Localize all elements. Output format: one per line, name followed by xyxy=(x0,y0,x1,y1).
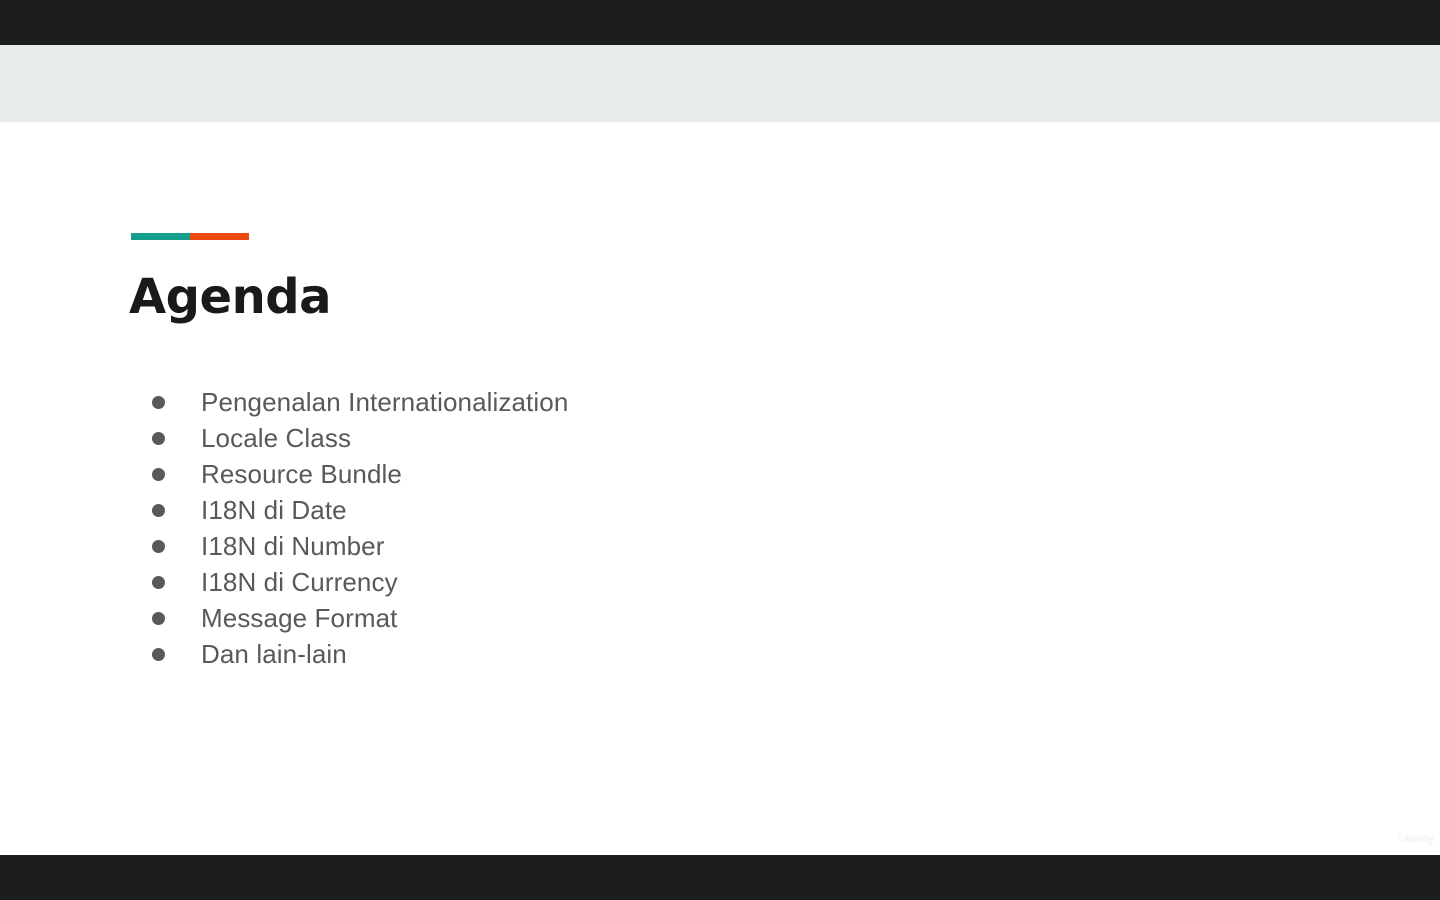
agenda-item: I18N di Date xyxy=(150,492,568,528)
agenda-item: Resource Bundle xyxy=(150,456,568,492)
agenda-item-text: I18N di Date xyxy=(201,494,347,525)
udemy-watermark: Udemy xyxy=(1375,831,1434,847)
video-player-top-bar xyxy=(0,0,1440,45)
udemy-logo-icon xyxy=(1377,831,1393,847)
bullet-icon xyxy=(152,467,165,481)
agenda-item-text: Pengenalan Internationalization xyxy=(201,386,569,417)
bullet-icon xyxy=(152,575,165,589)
bullet-icon xyxy=(152,431,165,445)
accent-bar-orange-segment xyxy=(190,233,249,240)
agenda-item: I18N di Number xyxy=(150,528,568,564)
agenda-item-text: I18N di Currency xyxy=(201,566,398,597)
agenda-item-text: Resource Bundle xyxy=(201,458,402,489)
bullet-icon xyxy=(152,539,165,553)
bullet-icon xyxy=(152,503,165,517)
agenda-item: Message Format xyxy=(150,600,568,636)
agenda-item: Dan lain-lain xyxy=(150,636,568,672)
watermark-text: Udemy xyxy=(1399,833,1434,845)
accent-bar-teal-segment xyxy=(131,233,190,240)
agenda-item-text: I18N di Number xyxy=(201,530,385,561)
presentation-slide: Agenda Pengenalan Internationalization L… xyxy=(0,45,1440,855)
agenda-item: Locale Class xyxy=(150,420,568,456)
agenda-list: Pengenalan Internationalization Locale C… xyxy=(150,384,568,672)
slide-header-band xyxy=(0,45,1440,122)
bullet-icon xyxy=(152,611,165,625)
bullet-icon xyxy=(152,647,165,661)
title-accent-bar xyxy=(131,233,249,240)
agenda-item-text: Locale Class xyxy=(201,422,352,453)
bullet-icon xyxy=(152,395,165,409)
agenda-item-text: Dan lain-lain xyxy=(201,638,347,669)
video-player-bottom-bar xyxy=(0,855,1440,900)
agenda-item: I18N di Currency xyxy=(150,564,568,600)
agenda-item-text: Message Format xyxy=(201,602,398,633)
slide-title: Agenda xyxy=(129,269,331,325)
agenda-item: Pengenalan Internationalization xyxy=(150,384,568,420)
